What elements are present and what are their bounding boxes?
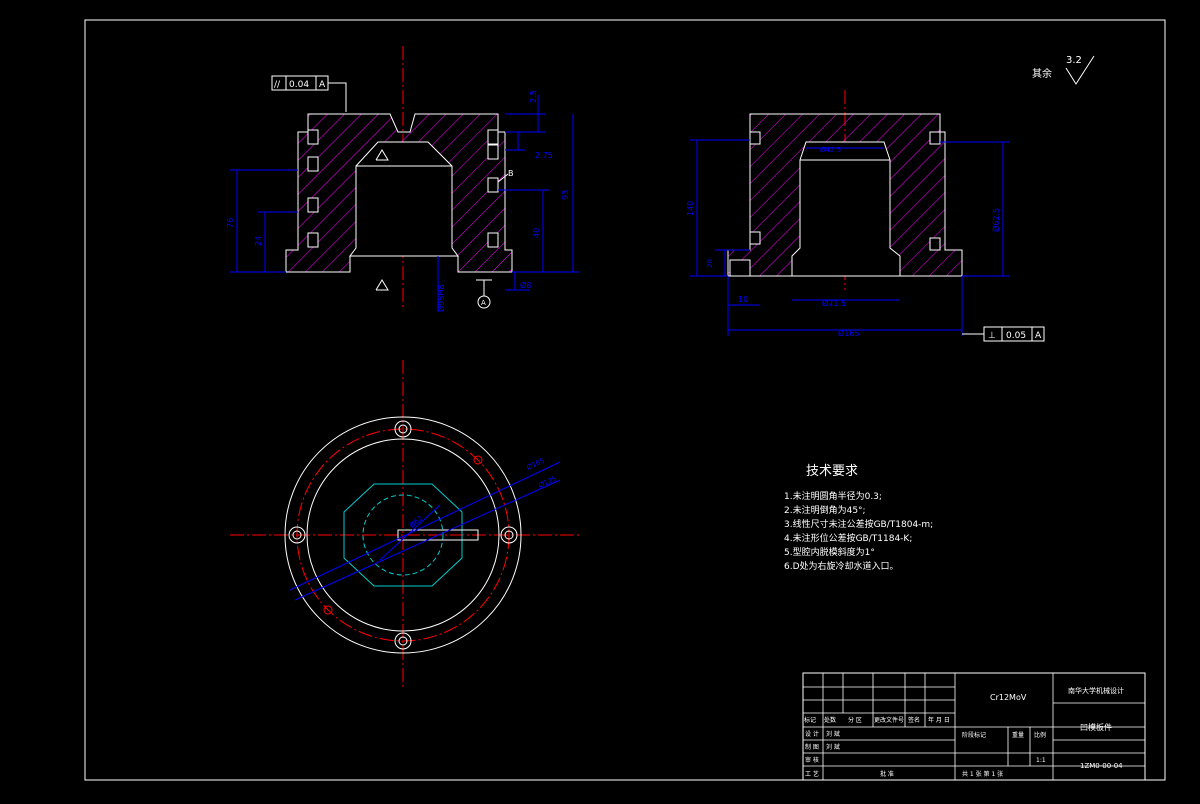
tb-drawing-no: 1ZM0-00-04 — [1080, 762, 1123, 770]
plan-dimension-lines — [289, 461, 561, 601]
tb-header-2: 处数 — [824, 716, 836, 724]
left-groove-3 — [307, 197, 319, 213]
rdim-bottom-bore: Ø71.5 — [822, 298, 846, 308]
rdim-left-small: 28 — [706, 259, 714, 268]
perp-datum: A — [1035, 331, 1042, 341]
tb-sheets: 共 1 张 第 1 张 — [962, 770, 1003, 778]
perp-symbol-icon: ⊥ — [988, 331, 996, 341]
rdim-left-step: 10 — [738, 295, 748, 304]
roughness-value: 3.2 — [1066, 55, 1082, 66]
cad-drawing: 其余 3.2 2.5 2.75 93 40 76 24 Ø95H8 Ø8 B A… — [84, 19, 1166, 781]
dim-left-b: 24 — [254, 236, 263, 246]
tb-scale-label: 比例 — [1034, 731, 1046, 739]
left-section-view: 2.5 2.75 93 40 76 24 Ø95H8 Ø8 B A // 0.0… — [226, 46, 580, 312]
tb-header-4: 更改文件号 — [874, 716, 904, 724]
right-groove-1 — [487, 129, 499, 145]
plan-dim-outer: Ø165 — [525, 457, 545, 472]
tech-notes-title: 技术要求 — [806, 464, 858, 479]
right-view-groove-1 — [749, 131, 761, 145]
sheet-border — [84, 19, 1166, 781]
tb-row-design: 设 计 — [805, 730, 819, 738]
rdim-width: Ø165 — [838, 328, 860, 338]
tb-row-review: 审 核 — [805, 756, 819, 764]
tech-notes: 技术要求 1.未注明圆角半径为0.3; 2.未注明倒角为45°; 3.线性尺寸未… — [784, 464, 933, 572]
roughness-label: 其余 — [1032, 67, 1052, 80]
tech-note-3: 3.线性尺寸未注公差按GB/T1804-m; — [784, 518, 933, 530]
roughness-note: 其余 3.2 — [1032, 55, 1095, 85]
right-groove-4 — [487, 232, 499, 248]
right-view-groove-3 — [929, 131, 941, 145]
tech-note-6: 6.D处为右旋冷却水道入口。 — [784, 560, 899, 572]
tb-part-name: 凹模板件 — [1080, 722, 1112, 732]
tb-row-check: 制 图 — [805, 743, 819, 751]
title-block: Cr12MoV 南华大学机械设计 凹模板件 1ZM0-00-04 标记 处数 分… — [802, 672, 1146, 781]
tb-row-approve: 批 准 — [880, 770, 894, 778]
dim-top-small: 2.5 — [529, 90, 538, 103]
dim-right-a: 2.75 — [535, 151, 553, 160]
right-groove-3 — [487, 177, 499, 193]
right-cavity — [791, 141, 901, 277]
datum-label: A — [481, 299, 486, 307]
tb-row-check-name: 刘 斌 — [826, 743, 840, 751]
perp-tolerance-value: 0.05 — [1006, 331, 1026, 341]
dim-bottom-2: Ø8 — [520, 280, 531, 290]
left-groove-2 — [307, 156, 319, 172]
rdim-height: 140 — [686, 201, 695, 216]
tb-university: 南华大学机械设计 — [1068, 686, 1124, 695]
parallel-datum: A — [319, 80, 326, 90]
parallel-leader — [328, 82, 347, 112]
tb-material: Cr12MoV — [990, 693, 1027, 702]
tb-scale: 1:1 — [1036, 757, 1046, 764]
right-view-groove-4 — [929, 237, 941, 251]
roughness-mark-bottom-icon — [375, 279, 389, 291]
tb-mass-label: 重量 — [1012, 731, 1024, 739]
right-view-step — [729, 259, 751, 277]
plan-dim-pcd: Ø125 — [537, 475, 557, 490]
dim-right-c: 93 — [561, 190, 570, 200]
tech-note-5: 5.型腔内脱模斜度为1° — [784, 546, 875, 558]
rdim-inner-top: Ø42.5 — [820, 146, 841, 154]
right-section-view: 140 Ø62.5 Ø42.5 Ø71.5 Ø165 10 28 ⊥ 0.05 … — [686, 90, 1045, 342]
tech-note-1: 1.未注明圆角半径为0.3; — [784, 490, 882, 502]
right-view-groove-2 — [749, 231, 761, 245]
tech-note-2: 2.未注明倒角为45°; — [784, 504, 866, 516]
callout-b: B — [508, 169, 514, 178]
dim-bottom: Ø95H8 — [436, 284, 446, 312]
tb-header-5: 签名 — [908, 716, 920, 724]
tech-note-4: 4.未注形位公差按GB/T1184-K; — [784, 532, 912, 544]
parallel-tolerance-value: 0.04 — [289, 80, 309, 90]
left-groove-4 — [307, 232, 319, 248]
dim-right-d: 40 — [532, 228, 541, 238]
tb-header-3: 分 区 — [848, 716, 862, 724]
rdim-inner-height: Ø62.5 — [991, 208, 1001, 232]
drawing-canvas: 其余 3.2 2.5 2.75 93 40 76 24 Ø95H8 Ø8 B A… — [0, 0, 1200, 800]
tb-stage-label: 阶段标记 — [962, 731, 986, 739]
tb-header-6: 年 月 日 — [928, 716, 950, 724]
left-groove-1 — [307, 129, 319, 145]
plan-view: Ø165 Ø125 Ø62 — [230, 360, 580, 690]
tb-row-design-name: 刘 斌 — [826, 730, 840, 738]
parallel-symbol-icon: // — [274, 80, 281, 90]
left-cavity — [349, 141, 459, 257]
tb-row-process: 工 艺 — [805, 770, 819, 778]
right-groove-2 — [487, 144, 499, 160]
dim-left-a: 76 — [226, 218, 235, 228]
tb-header-1: 标记 — [804, 716, 816, 724]
